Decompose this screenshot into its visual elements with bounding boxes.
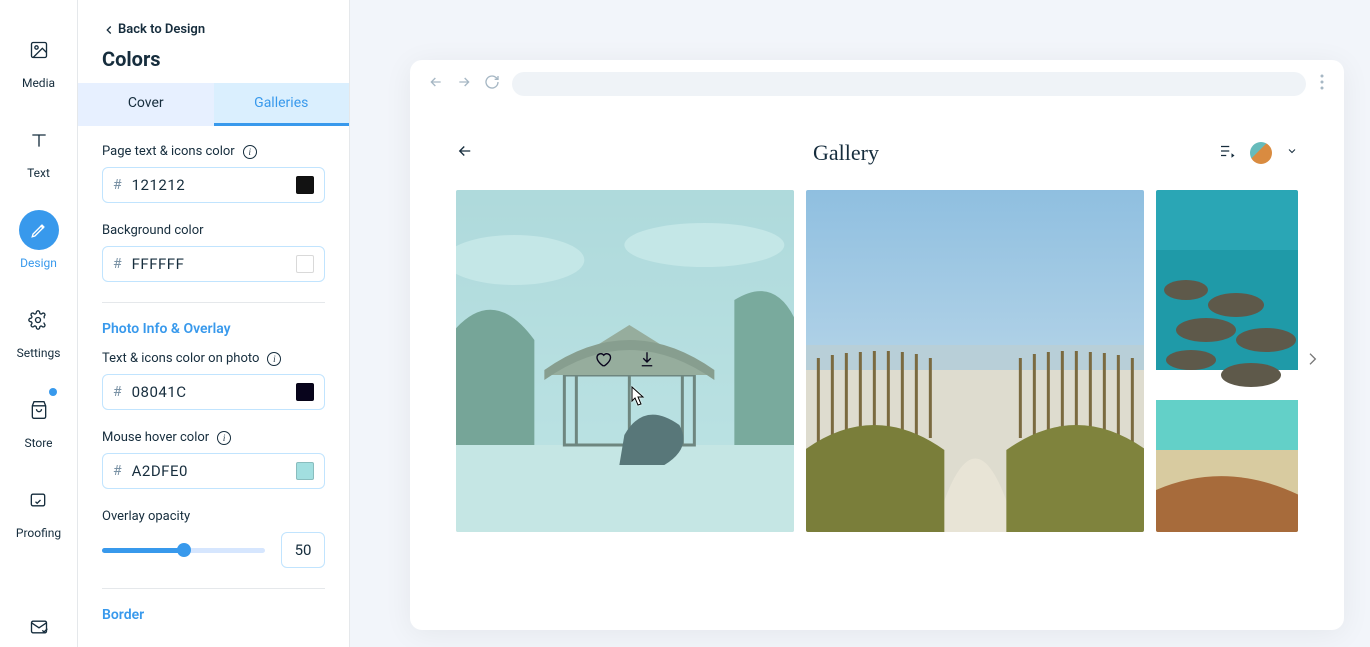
bag-icon (19, 390, 59, 430)
pencil-icon (19, 210, 59, 250)
gallery-photo-3[interactable] (1156, 190, 1298, 532)
info-icon[interactable]: i (267, 352, 281, 366)
tab-cover[interactable]: Cover (78, 83, 214, 126)
rail-label: Store (24, 436, 52, 450)
gallery-row (456, 190, 1298, 532)
rail-item-settings[interactable]: Settings (17, 300, 61, 360)
rail-item-proofing[interactable]: Proofing (16, 480, 61, 540)
bg-swatch[interactable] (296, 255, 314, 273)
hash-symbol: # (113, 463, 122, 479)
opacity-slider[interactable] (102, 540, 265, 560)
page-title: Gallery (474, 140, 1218, 166)
opacity-label: Overlay opacity (102, 509, 190, 524)
media-icon (19, 30, 59, 70)
text-on-photo-swatch[interactable] (296, 383, 314, 401)
bg-hex: FFFFFF (132, 255, 286, 273)
panel-title: Colors (102, 47, 325, 71)
back-to-design-link[interactable]: Back to Design (102, 22, 205, 37)
back-label: Back to Design (118, 22, 205, 37)
browser-menu-icon[interactable] (1318, 74, 1326, 94)
field-text-on-photo-color: Text & icons color on photo i # 08041C (102, 351, 325, 410)
bg-label: Background color (102, 223, 204, 238)
hash-symbol: # (113, 256, 122, 272)
store-notification-dot (49, 388, 57, 396)
field-background-color: Background color # FFFFFF (102, 223, 325, 282)
gallery-next-icon[interactable] (1304, 345, 1320, 377)
avatar[interactable] (1250, 142, 1272, 164)
page-text-swatch[interactable] (296, 176, 314, 194)
preview-canvas: Gallery (350, 0, 1370, 647)
field-hover-color: Mouse hover color i # A2DFE0 (102, 430, 325, 489)
photo-actions (456, 190, 794, 532)
panel-tabs: Cover Galleries (78, 83, 349, 126)
gallery-page: Gallery (410, 108, 1344, 532)
slider-thumb[interactable] (177, 543, 191, 557)
rail-item-mail[interactable] (19, 607, 59, 647)
rail-label: Design (20, 256, 57, 270)
playlist-icon[interactable] (1218, 142, 1236, 164)
page-text-label: Page text & icons color (102, 144, 235, 159)
page-text-hex: 121212 (132, 176, 286, 194)
rail-label: Text (27, 166, 50, 180)
hover-label: Mouse hover color (102, 430, 209, 445)
proofing-icon (18, 480, 58, 520)
field-page-text-color: Page text & icons color i # 121212 (102, 144, 325, 203)
left-icon-rail: Media Text Design Settings Store (0, 0, 78, 647)
design-panel: Back to Design Colors Cover Galleries Pa… (78, 0, 350, 647)
section-border: Border (102, 607, 325, 623)
mail-check-icon (29, 617, 49, 637)
browser-back-icon[interactable] (428, 74, 444, 94)
rail-label: Media (22, 76, 55, 90)
rail-label: Settings (17, 346, 61, 360)
divider (102, 302, 325, 303)
rail-item-store[interactable]: Store (19, 390, 59, 450)
bg-color-input[interactable]: # FFFFFF (102, 246, 325, 282)
rail-item-text[interactable]: Text (19, 120, 59, 180)
hover-swatch[interactable] (296, 462, 314, 480)
info-icon[interactable]: i (243, 145, 257, 159)
cursor-icon (626, 385, 646, 413)
page-text-color-input[interactable]: # 121212 (102, 167, 325, 203)
rail-label: Proofing (16, 526, 61, 540)
heart-icon[interactable] (594, 350, 612, 372)
text-on-photo-color-input[interactable]: # 08041C (102, 374, 325, 410)
gear-icon (18, 300, 58, 340)
hash-symbol: # (113, 177, 122, 193)
field-overlay-opacity: Overlay opacity 50 (102, 509, 325, 568)
chevron-left-icon (102, 23, 116, 37)
browser-refresh-icon[interactable] (484, 74, 500, 94)
download-icon[interactable] (638, 350, 656, 372)
gallery-photo-2[interactable] (806, 190, 1145, 532)
divider (102, 588, 325, 589)
browser-frame: Gallery (410, 60, 1344, 630)
rail-item-design[interactable]: Design (19, 210, 59, 270)
browser-address-bar (410, 60, 1344, 108)
hover-hex: A2DFE0 (132, 462, 286, 480)
hash-symbol: # (113, 384, 122, 400)
rail-item-media[interactable]: Media (19, 30, 59, 90)
text-on-photo-label: Text & icons color on photo (102, 351, 259, 366)
text-on-photo-hex: 08041C (132, 383, 286, 401)
gallery-photo-1[interactable] (456, 190, 794, 532)
tab-galleries[interactable]: Galleries (214, 83, 350, 126)
info-icon[interactable]: i (217, 431, 231, 445)
chevron-down-icon[interactable] (1286, 145, 1298, 161)
opacity-value[interactable]: 50 (281, 532, 325, 568)
browser-url-field[interactable] (512, 72, 1306, 96)
browser-forward-icon[interactable] (456, 74, 472, 94)
hover-color-input[interactable]: # A2DFE0 (102, 453, 325, 489)
section-photo-info: Photo Info & Overlay (102, 321, 325, 337)
page-back-icon[interactable] (456, 142, 474, 164)
text-icon (19, 120, 59, 160)
